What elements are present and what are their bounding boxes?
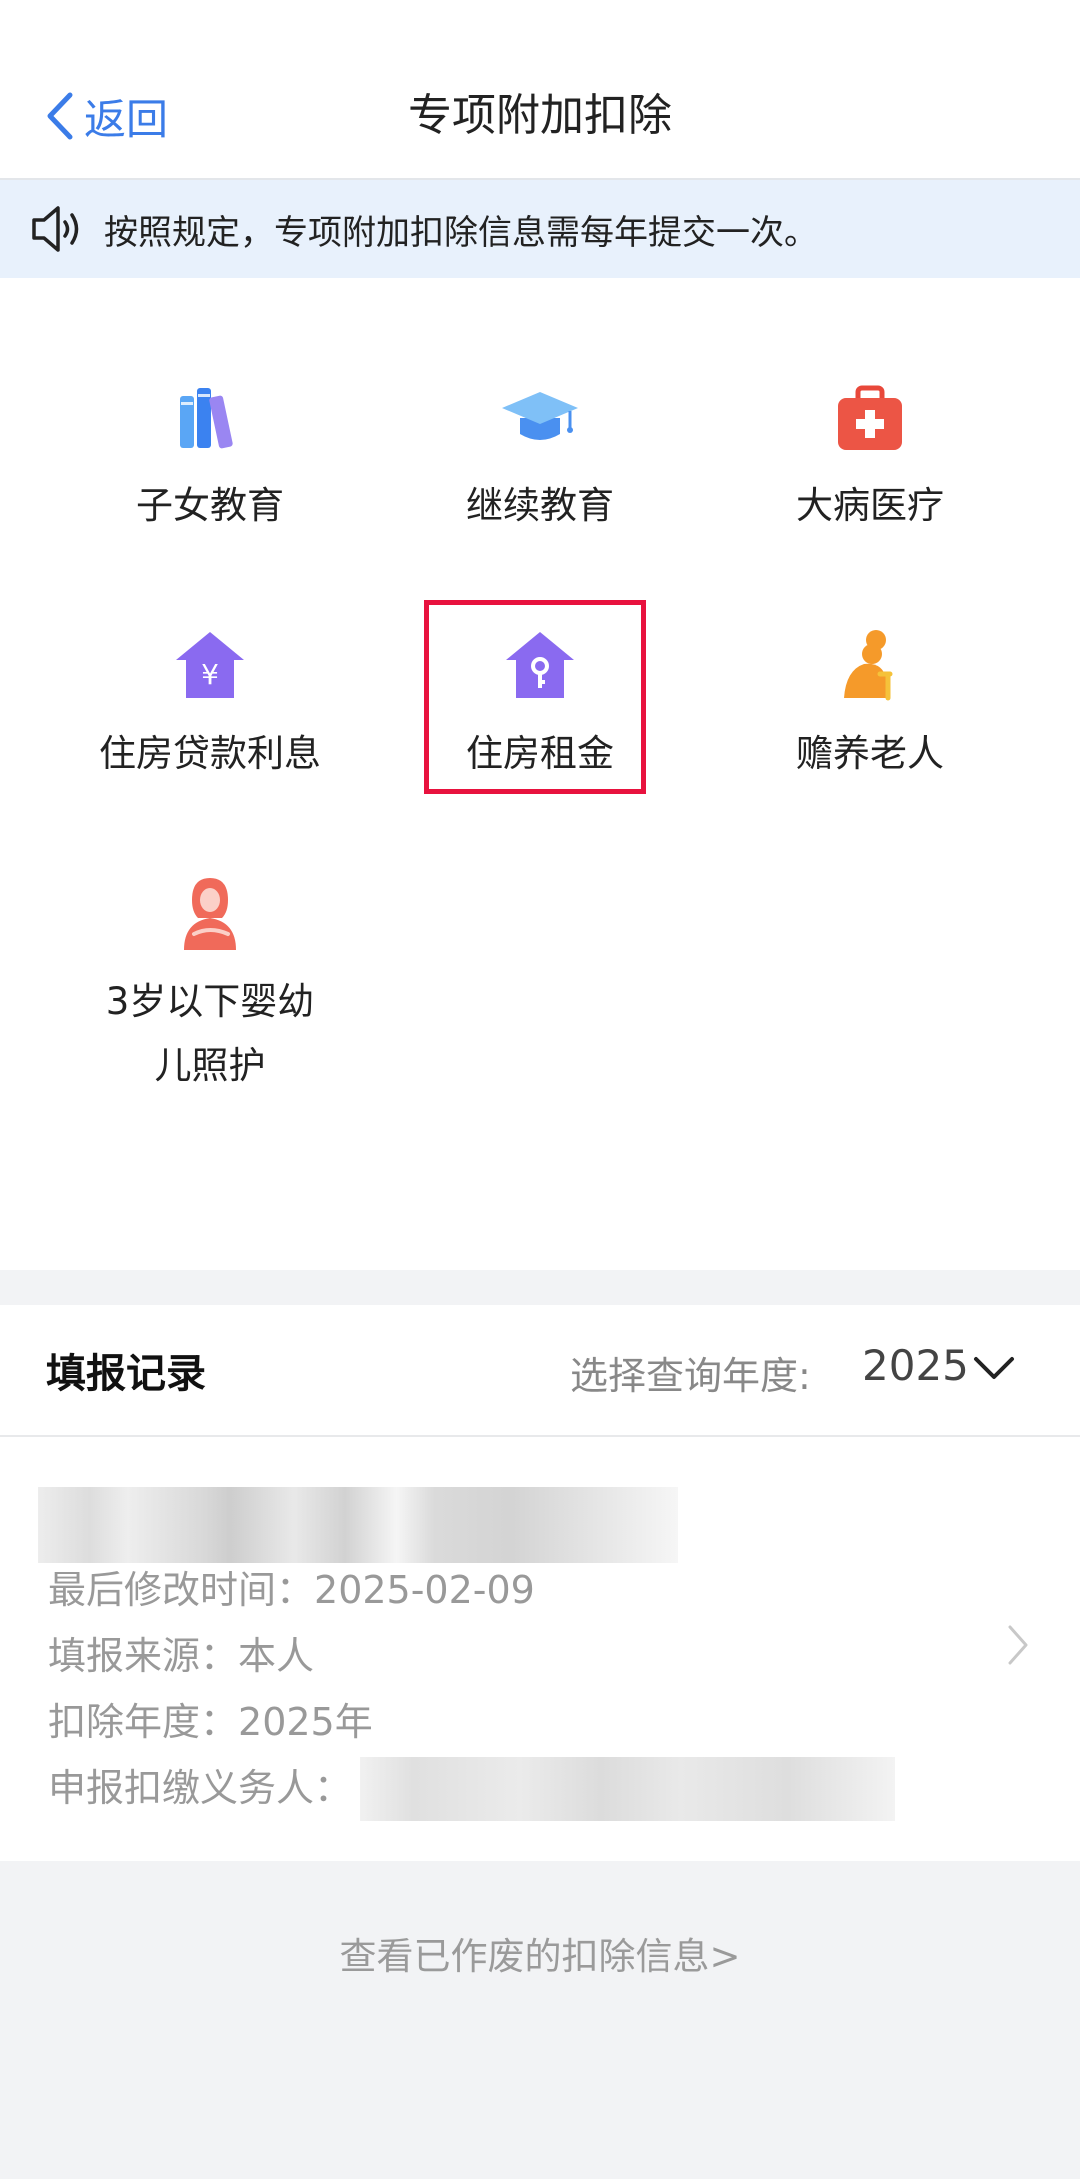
record-withholder: 申报扣缴义务人： (48, 1757, 352, 1812)
year-select-label: 选择查询年度: (570, 1354, 811, 1398)
notice-banner: 按照规定，专项附加扣除信息需每年提交一次。 (0, 180, 1080, 278)
filing-records-section: 填报记录 选择查询年度: 2025 最后修改时间：2025-02-09 填报来源… (0, 1305, 1080, 1861)
category-elderly-support[interactable]: 赡养老人 (705, 626, 1035, 786)
category-label: 子女教育 (136, 484, 284, 527)
record-card[interactable]: 最后修改时间：2025-02-09 填报来源：本人 扣除年度：2025年 申报扣… (0, 1437, 1080, 1861)
deduction-category-grid: 子女教育 继续教育 大病医疗 ¥ 住房贷款利息 住房租金 赡养老人 3岁以下婴幼… (0, 278, 1080, 1270)
books-icon (180, 388, 233, 449)
year-select-value[interactable]: 2025 (862, 1341, 969, 1390)
graduation-cap-icon (502, 392, 578, 440)
page-title: 专项附加扣除 (408, 90, 672, 141)
category-label: 继续教育 (466, 484, 614, 527)
category-housing-loan-interest[interactable]: ¥ 住房贷款利息 (45, 626, 375, 786)
svg-text:¥: ¥ (201, 658, 219, 691)
speaker-icon (32, 206, 79, 252)
deduct-year-label: 扣除年度： (48, 1700, 239, 1744)
house-yuan-icon: ¥ (176, 632, 244, 698)
record-source: 填报来源：本人 (48, 1625, 314, 1680)
category-serious-illness[interactable]: 大病医疗 (705, 378, 1035, 538)
deduct-year-value: 2025年 (238, 1700, 373, 1744)
record-modified-time: 最后修改时间：2025-02-09 (48, 1559, 535, 1614)
redacted-name (38, 1487, 678, 1563)
category-child-education[interactable]: 子女教育 (45, 378, 375, 538)
view-voided-deductions-link[interactable]: 查看已作废的扣除信息> (0, 1926, 1080, 1980)
nav-bar: 返回 专项附加扣除 (0, 0, 1080, 180)
records-header: 填报记录 选择查询年度: 2025 (0, 1305, 1080, 1437)
category-label: 3岁以下婴幼儿照护 (105, 980, 315, 1087)
modified-label: 最后修改时间： (48, 1568, 315, 1612)
category-label: 住房贷款利息 (99, 732, 321, 775)
mother-baby-icon (184, 878, 236, 950)
redacted-withholder (360, 1757, 895, 1821)
elderly-person-icon (844, 630, 893, 701)
category-continuing-education[interactable]: 继续教育 (375, 378, 705, 538)
notice-text: 按照规定，专项附加扣除信息需每年提交一次。 (104, 212, 818, 253)
chevron-right-icon (1008, 1625, 1028, 1665)
source-value: 本人 (238, 1634, 315, 1678)
category-label: 大病医疗 (796, 484, 944, 527)
highlight-box (424, 600, 646, 794)
withholder-label: 申报扣缴义务人： (48, 1766, 353, 1810)
category-label: 赡养老人 (796, 732, 944, 775)
modified-value: 2025-02-09 (314, 1568, 535, 1612)
records-title: 填报记录 (46, 1351, 206, 1397)
record-deduct-year: 扣除年度：2025年 (48, 1691, 373, 1746)
chevron-down-icon[interactable] (972, 1353, 1016, 1385)
source-label: 填报来源： (48, 1634, 239, 1678)
medical-kit-icon (838, 385, 902, 450)
category-infant-care[interactable]: 3岁以下婴幼儿照护 (45, 874, 375, 1098)
